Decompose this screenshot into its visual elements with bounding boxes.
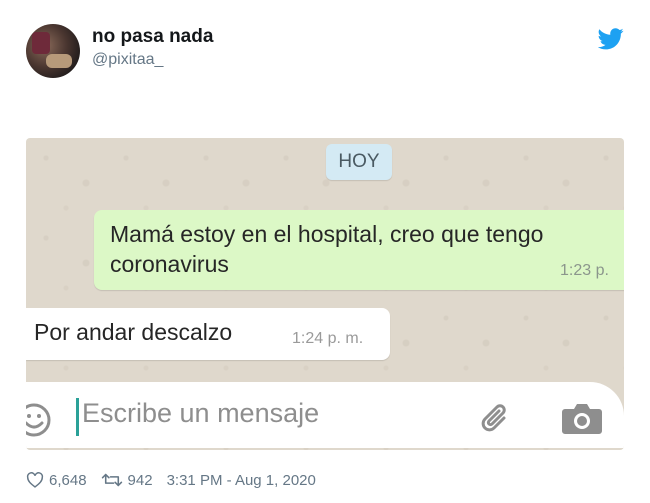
like-count-item[interactable]: 6,648 <box>26 472 87 489</box>
retweet-count-item[interactable]: 942 <box>101 472 153 489</box>
avatar[interactable] <box>26 24 80 78</box>
message-time: 1:24 p. m. <box>292 330 364 347</box>
retweet-icon[interactable] <box>101 472 123 488</box>
camera-icon[interactable] <box>560 400 604 436</box>
retweet-count: 942 <box>127 471 153 489</box>
chat-screenshot: HOY Mamá estoy en el hospital, creo que … <box>26 138 624 450</box>
date-chip: HOY <box>326 144 392 180</box>
text-cursor <box>76 398 79 436</box>
like-count: 6,648 <box>49 471 87 489</box>
message-composer[interactable]: Escribe un mensaje <box>26 382 624 448</box>
timestamp-text: 3:31 PM - Aug 1, 2020 <box>166 471 316 489</box>
incoming-message-bubble[interactable]: Por andar descalzo 1:24 p. m. <box>26 308 390 360</box>
tweet-header: no pasa nada @pixitaa_ <box>26 24 626 84</box>
avatar-detail <box>32 32 50 54</box>
message-text: Por andar descalzo <box>34 319 233 345</box>
message-time: 1:23 p. <box>560 262 609 279</box>
message-text: Mamá estoy en el hospital, creo que teng… <box>110 221 544 277</box>
message-input[interactable]: Escribe un mensaje <box>82 398 319 429</box>
avatar-detail <box>46 54 72 68</box>
heart-icon[interactable] <box>26 472 44 488</box>
emoji-icon[interactable] <box>26 400 54 440</box>
paperclip-icon[interactable] <box>476 398 516 438</box>
outgoing-message-bubble[interactable]: Mamá estoy en el hospital, creo que teng… <box>94 210 624 290</box>
twitter-bird-icon[interactable] <box>598 28 624 50</box>
tweet-footer: 6,648 942 3:31 PM - Aug 1, 2020 <box>26 470 330 490</box>
user-handle[interactable]: @pixitaa_ <box>92 51 163 69</box>
tweet-timestamp[interactable]: 3:31 PM - Aug 1, 2020 <box>167 472 316 489</box>
display-name[interactable]: no pasa nada <box>92 26 213 48</box>
